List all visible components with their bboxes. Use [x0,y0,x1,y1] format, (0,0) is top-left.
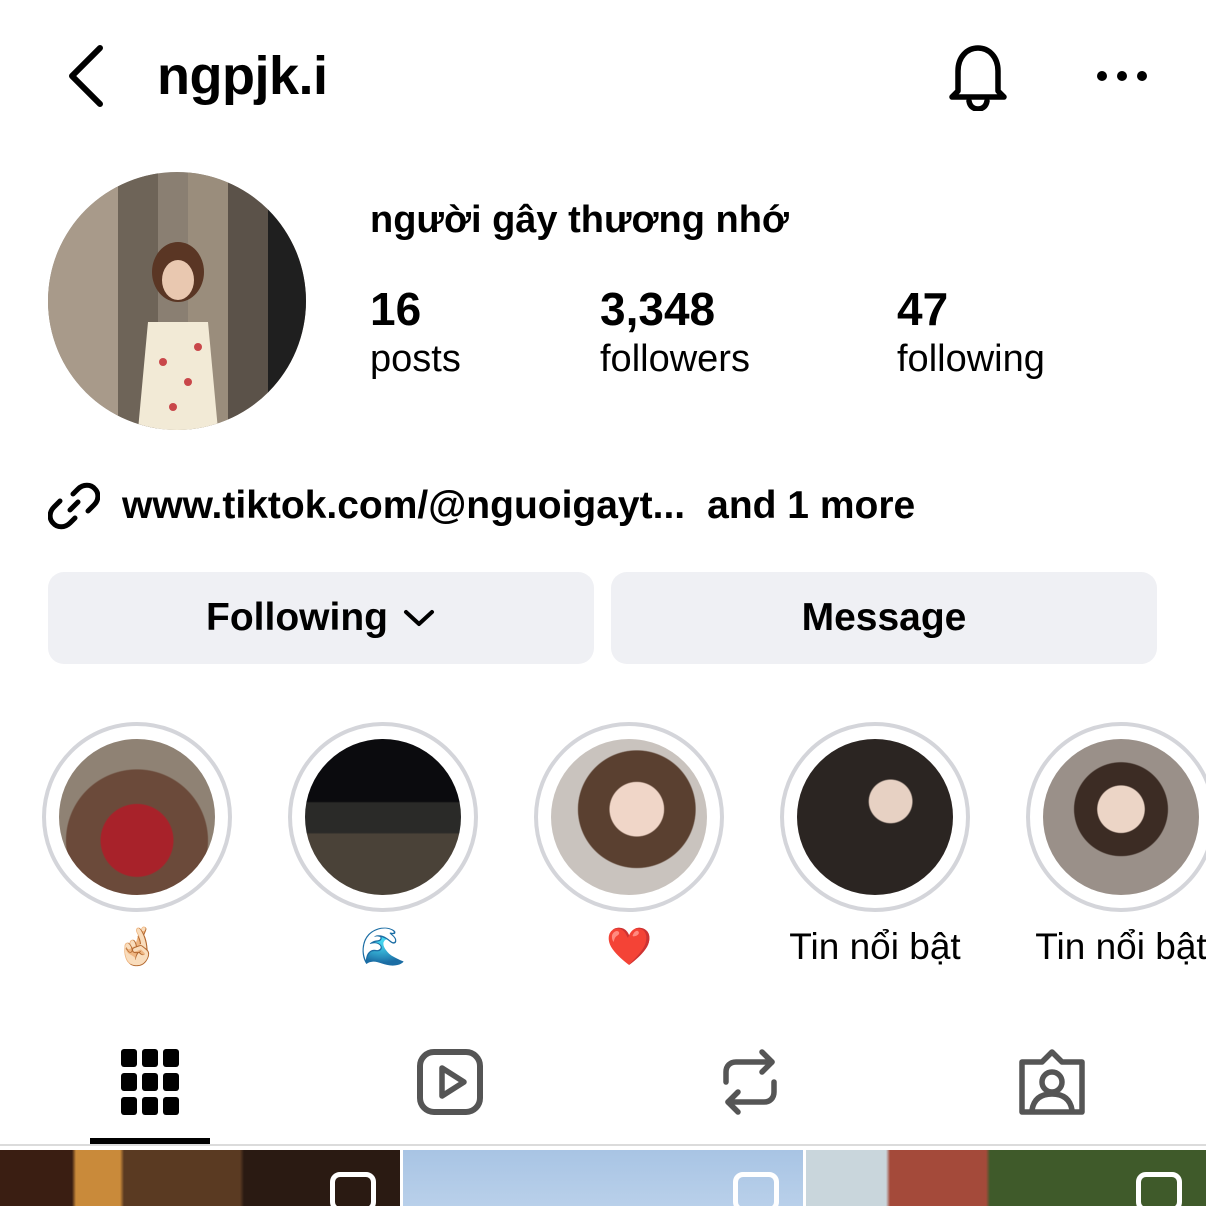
more-options-button[interactable] [1090,48,1154,104]
stat-following-label: following [897,338,1045,380]
highlight-item[interactable]: 🌊 [288,722,478,970]
stat-posts-count: 16 [370,283,422,335]
highlight-label: Tin nổi bật [1035,926,1206,967]
highlight-item[interactable]: ❤️ [534,722,724,970]
stat-following-count: 47 [897,283,949,335]
tab-tagged[interactable] [992,1020,1112,1144]
stat-posts[interactable]: 16 posts [370,282,461,382]
active-tab-indicator [90,1138,210,1144]
highlight-label: 🤞🏻 [113,926,161,967]
stat-followers[interactable]: 3,348 followers [600,282,750,382]
highlight-ring [780,722,970,912]
post-thumbnail[interactable] [403,1150,803,1206]
bio-link-more: and 1 more [707,484,916,527]
highlight-cover [1043,739,1199,895]
highlight-ring [42,722,232,912]
highlight-cover [305,739,461,895]
highlight-ring [534,722,724,912]
post-multi-icon [330,1172,376,1206]
stat-posts-label: posts [370,338,461,380]
post-thumbnail[interactable] [0,1150,400,1206]
highlight-item[interactable]: Tin nổi bật [780,722,970,970]
stat-followers-count: 3,348 [600,283,716,335]
post-multi-icon [733,1172,779,1206]
highlight-label: 🌊 [359,926,407,967]
back-button[interactable] [56,40,116,112]
highlight-ring [288,722,478,912]
more-horizontal-icon [1097,71,1147,81]
posts-grid [0,1150,1206,1206]
message-button-label: Message [801,596,967,639]
bio-link-text: www.tiktok.com/@nguoigayt... [122,484,686,527]
stat-followers-label: followers [600,338,750,380]
grid-icon [121,1049,179,1115]
profile-tabs [0,1020,1206,1146]
highlight-label: Tin nổi bật [789,926,961,967]
tab-reposts[interactable] [690,1020,810,1144]
tab-posts-grid[interactable] [90,1020,210,1144]
top-bar: ngpjk.i [0,0,1206,150]
profile-display-name: người gây thương nhớ [370,199,789,241]
post-multi-icon [1136,1172,1182,1206]
chevron-down-icon [403,610,434,626]
highlight-item[interactable]: 🤞🏻 [42,722,232,970]
highlight-ring [1026,722,1206,912]
post-thumbnail[interactable] [806,1150,1206,1206]
profile-avatar[interactable] [48,172,306,430]
following-button-label: Following [206,596,388,639]
highlight-cover [59,739,215,895]
highlight-item[interactable]: Tin nổi bật [1026,722,1206,970]
following-button[interactable]: Following [48,572,594,664]
tagged-icon [1019,1049,1085,1115]
highlight-label: ❤️ [605,926,653,967]
highlight-cover [797,739,953,895]
bell-icon [949,45,1007,111]
link-icon [48,482,100,530]
message-button[interactable]: Message [611,572,1157,664]
reels-icon [417,1049,483,1115]
chevron-left-icon [69,45,103,107]
avatar-photo [48,172,306,430]
tab-reels[interactable] [390,1020,510,1144]
stat-following[interactable]: 47 following [897,282,1045,382]
bio-link[interactable]: www.tiktok.com/@nguoigayt... and 1 more [48,478,915,534]
profile-username: ngpjk.i [157,46,328,106]
highlight-cover [551,739,707,895]
reposts-icon [723,1049,777,1115]
notifications-button[interactable] [940,36,1016,116]
